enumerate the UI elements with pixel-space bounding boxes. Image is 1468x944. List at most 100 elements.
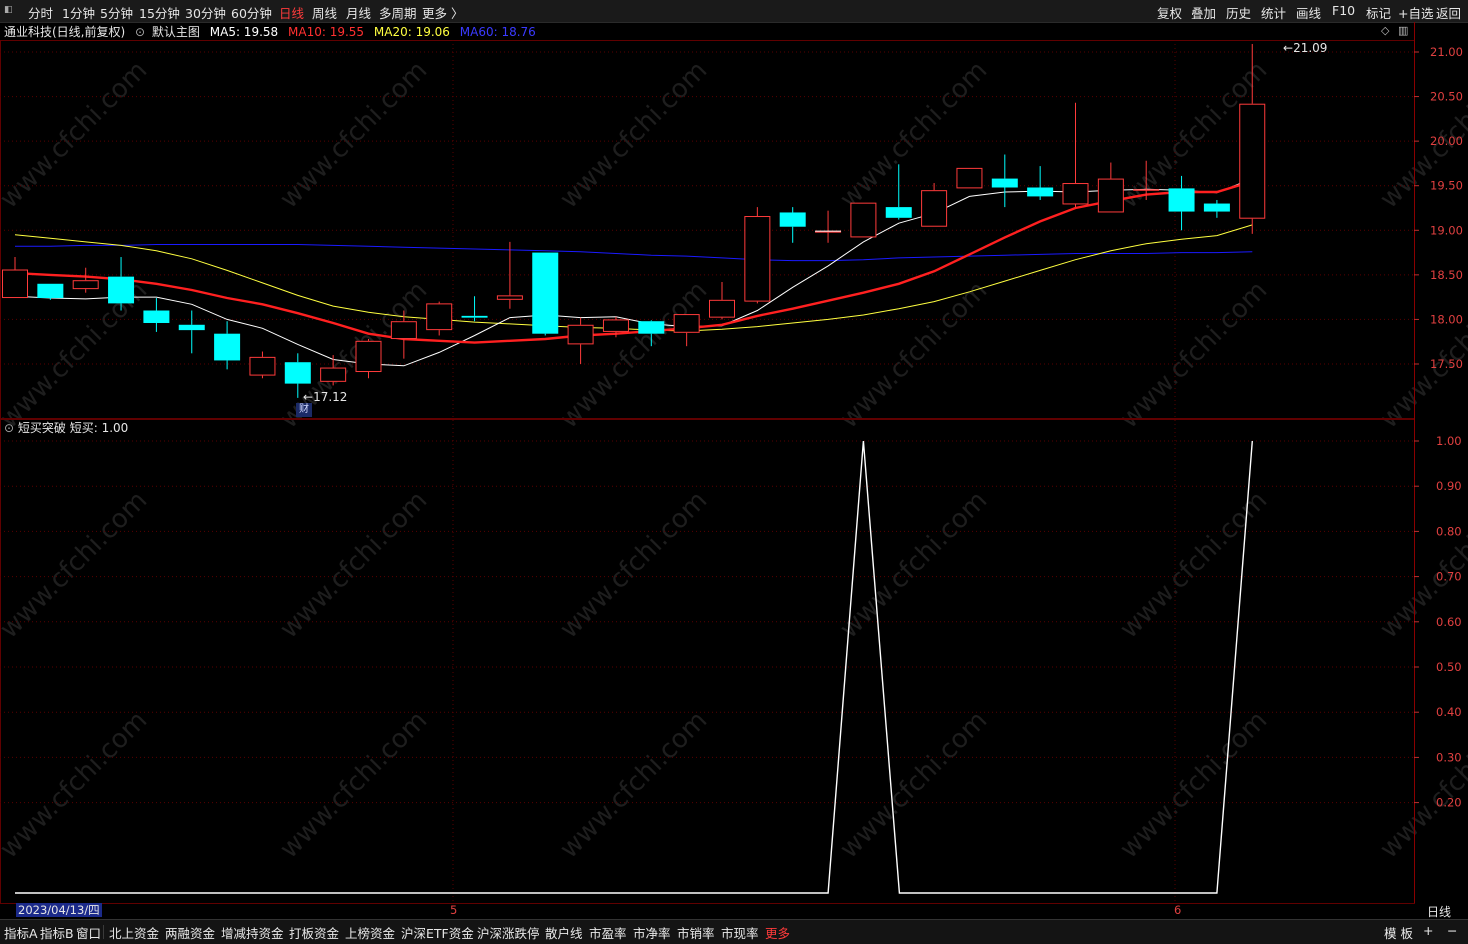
watermark-text: www.cfchi.com: [834, 55, 993, 214]
window-menu-icon[interactable]: ◧: [4, 5, 16, 16]
bottom-tab-bar: 指标A 指标B 窗口 北上资金 两融资金 增减持资金 打板资金 上榜资金 沪深E…: [0, 919, 1468, 944]
tab-pb[interactable]: 市净率: [633, 923, 671, 942]
period-tab-daily[interactable]: 日线: [279, 3, 304, 22]
finance-badge[interactable]: 财: [296, 403, 312, 417]
tab-limit-funds[interactable]: 打板资金: [289, 923, 339, 942]
candle-body: [779, 212, 806, 227]
template-button[interactable]: 模 板: [1384, 923, 1413, 942]
candle-body: [850, 202, 877, 238]
tab-indicator-b[interactable]: 指标B: [40, 923, 74, 942]
remove-window-button[interactable]: −: [1447, 923, 1457, 938]
price-tick-label: 18.00: [1430, 312, 1463, 326]
tool-fuquan-button[interactable]: 复权: [1157, 3, 1182, 22]
indicator-tick-label: 0.30: [1436, 750, 1462, 764]
indicator-panel-border: [0, 419, 1415, 904]
period-tab-60min[interactable]: 60分钟: [231, 3, 272, 22]
candle-up: [921, 183, 948, 227]
candle-body: [1097, 178, 1124, 213]
chart-canvas[interactable]: www.cfchi.com www.cfchi.com www.cfchi.com w…: [0, 22, 1468, 918]
tab-window[interactable]: 窗口: [76, 923, 101, 942]
candle-up: [496, 241, 523, 309]
candle-body: [709, 299, 735, 318]
watermark-text: www.cfchi.com: [834, 275, 993, 434]
tool-history-button[interactable]: 历史: [1226, 3, 1251, 22]
candle-body: [496, 295, 523, 300]
candle-up: [72, 267, 99, 293]
candle-body: [532, 252, 559, 334]
tab-margin[interactable]: 两融资金: [165, 923, 215, 942]
watermark-text: www.cfchi.com: [274, 485, 433, 644]
candle-body: [744, 216, 771, 302]
tab-holdings-change[interactable]: 增减持资金: [221, 923, 284, 942]
candle-body: [638, 321, 665, 334]
watermark-text: www.cfchi.com: [1374, 705, 1468, 864]
indicator-tick-label: 0.90: [1436, 479, 1462, 493]
tab-retail-line[interactable]: 散户线: [545, 923, 583, 942]
candle-down: [991, 154, 1018, 208]
candle-down: [37, 283, 64, 300]
candle-body: [1168, 188, 1195, 212]
indicator-tick-label: 0.50: [1436, 660, 1462, 674]
low-price-annotation: ←17.12: [303, 390, 347, 404]
tab-etf-funds[interactable]: 沪深ETF资金: [401, 923, 474, 942]
period-tab-weekly[interactable]: 周线: [312, 3, 337, 22]
tab-pcf[interactable]: 市现率: [721, 923, 759, 942]
period-tab-monthly[interactable]: 月线: [346, 3, 371, 22]
candle-body: [461, 315, 488, 318]
tab-ps[interactable]: 市销率: [677, 923, 715, 942]
candle-body: [37, 283, 64, 299]
candle-body: [214, 333, 241, 361]
tab-limit-up-down[interactable]: 沪深涨跌停: [477, 923, 540, 942]
tool-f10-button[interactable]: F10: [1332, 3, 1355, 18]
period-label: 日线: [1427, 905, 1452, 919]
candle-down: [1168, 175, 1195, 231]
candle-body: [108, 276, 135, 304]
price-tick-label: 20.50: [1430, 90, 1463, 104]
watermark-text: www.cfchi.com: [554, 55, 713, 214]
tool-stats-button[interactable]: 统计: [1261, 3, 1286, 22]
price-tick-label: 17.50: [1430, 357, 1463, 371]
price-tick-label: 21.00: [1430, 45, 1463, 59]
period-tab-1min[interactable]: 1分钟: [62, 3, 95, 22]
candle-body: [602, 319, 629, 332]
candle-body: [426, 303, 453, 331]
price-tick-label: 18.50: [1430, 268, 1463, 282]
price-tick-label: 19.00: [1430, 223, 1463, 237]
candle-body: [815, 231, 842, 233]
candle-down: [532, 252, 559, 336]
candle-up: [744, 207, 771, 304]
tool-add-favorite-button[interactable]: +自选: [1398, 3, 1433, 22]
candle-up: [567, 317, 594, 364]
candle-body: [1239, 103, 1266, 219]
period-tab-multi[interactable]: 多周期: [379, 3, 417, 22]
candle-body: [885, 207, 912, 218]
indicator-tick-label: 1.00: [1436, 434, 1462, 448]
tool-overlay-button[interactable]: 叠加: [1191, 3, 1216, 22]
candle-down: [461, 296, 488, 322]
candle-up: [2, 257, 28, 299]
period-tab-fenshi[interactable]: 分时: [28, 3, 53, 22]
tool-draw-button[interactable]: 画线: [1296, 3, 1321, 22]
tab-more[interactable]: 更多: [765, 923, 790, 942]
period-tab-30min[interactable]: 30分钟: [185, 3, 226, 22]
candle-body: [956, 167, 983, 189]
candle-up: [850, 202, 877, 238]
tool-mark-button[interactable]: 标记: [1366, 3, 1391, 22]
candle-body: [673, 314, 700, 333]
tool-back-button[interactable]: 返回: [1436, 3, 1461, 22]
add-window-button[interactable]: +: [1423, 923, 1433, 938]
indicator-tick-label: 0.60: [1436, 615, 1462, 629]
period-tab-15min[interactable]: 15分钟: [139, 3, 180, 22]
tab-northbound[interactable]: 北上资金: [109, 923, 159, 942]
month-mark-may: 5: [450, 903, 458, 917]
high-price-annotation: ←21.09: [1283, 41, 1327, 55]
tab-billboard[interactable]: 上榜资金: [345, 923, 395, 942]
period-tab-5min[interactable]: 5分钟: [100, 3, 133, 22]
candle-up: [956, 167, 983, 189]
tab-indicator-a[interactable]: 指标A: [4, 923, 38, 942]
tab-pe[interactable]: 市盈率: [589, 923, 627, 942]
candle-up: [1097, 162, 1124, 213]
candle-up: [426, 301, 453, 336]
low-price-value: 17.12: [313, 390, 348, 404]
period-tab-more[interactable]: 更多 〉: [422, 3, 463, 22]
